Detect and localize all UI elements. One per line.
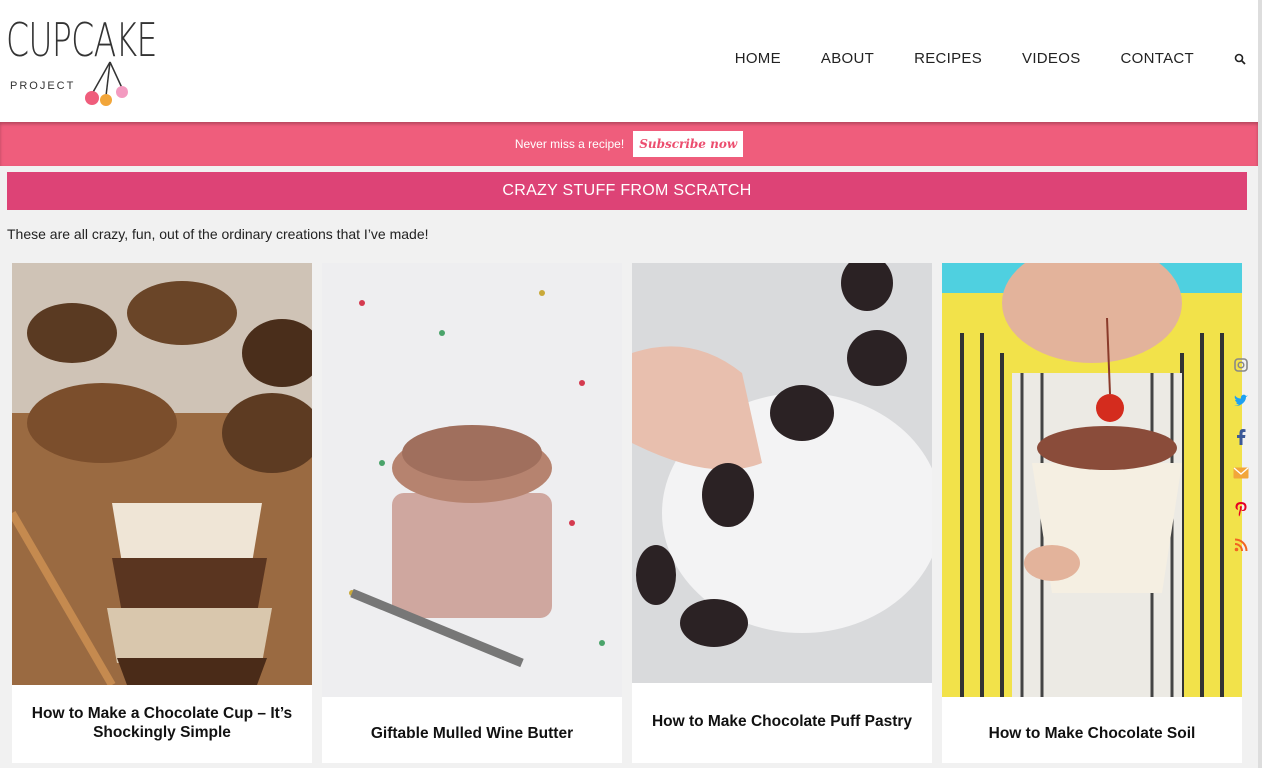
recipe-card[interactable]: Giftable Mulled Wine Butter	[322, 263, 622, 763]
category-intro: These are all crazy, fun, out of the ord…	[7, 226, 429, 242]
facebook-icon[interactable]	[1232, 428, 1250, 446]
subscribe-banner: Never miss a recipe! Subscribe now	[0, 122, 1258, 166]
nav-contact[interactable]: CONTACT	[1121, 50, 1194, 67]
nav-about[interactable]: ABOUT	[821, 50, 874, 67]
social-sidebar	[1232, 356, 1252, 572]
recipe-title[interactable]: How to Make Chocolate Puff Pastry	[642, 693, 922, 749]
recipe-image[interactable]	[632, 263, 932, 683]
recipe-title[interactable]: How to Make Chocolate Soil	[952, 707, 1232, 759]
banner-text: Never miss a recipe!	[514, 137, 625, 151]
main-nav: HOME ABOUT RECIPES VIDEOS CONTACT	[695, 50, 1246, 67]
nav-recipes[interactable]: RECIPES	[914, 50, 982, 67]
pinterest-icon[interactable]	[1232, 500, 1250, 518]
recipe-card[interactable]: How to Make Chocolate Soil	[942, 263, 1242, 763]
twitter-icon[interactable]	[1232, 392, 1250, 410]
rss-icon[interactable]	[1232, 536, 1250, 554]
site-header: CUPCAKE PROJECT HOME ABOUT RECIPES VIDEO…	[0, 0, 1258, 122]
nav-home[interactable]: HOME	[735, 50, 781, 67]
category-title-bar: CRAZY STUFF FROM SCRATCH	[7, 172, 1247, 210]
page-scrollbar[interactable]	[1258, 0, 1262, 768]
email-icon[interactable]	[1232, 464, 1250, 482]
site-logo[interactable]: CUPCAKE PROJECT	[6, 14, 176, 106]
recipe-card[interactable]: How to Make Chocolate Puff Pastry	[632, 263, 932, 763]
recipe-image[interactable]	[12, 263, 312, 685]
recipe-title[interactable]: Giftable Mulled Wine Butter	[332, 707, 612, 759]
nav-videos[interactable]: VIDEOS	[1022, 50, 1080, 67]
recipe-card[interactable]: How to Make a Chocolate Cup – It’s Shock…	[12, 263, 312, 763]
instagram-icon[interactable]	[1232, 356, 1250, 374]
recipe-image[interactable]	[942, 263, 1242, 697]
category-title: CRAZY STUFF FROM SCRATCH	[502, 182, 752, 199]
search-icon[interactable]	[1234, 53, 1246, 65]
logo-subtitle: PROJECT	[10, 80, 76, 92]
recipe-image[interactable]	[322, 263, 622, 697]
measuring-spoons-icon	[85, 61, 128, 106]
subscribe-button[interactable]: Subscribe now	[633, 131, 744, 157]
recipe-title[interactable]: How to Make a Chocolate Cup – It’s Shock…	[22, 695, 302, 751]
